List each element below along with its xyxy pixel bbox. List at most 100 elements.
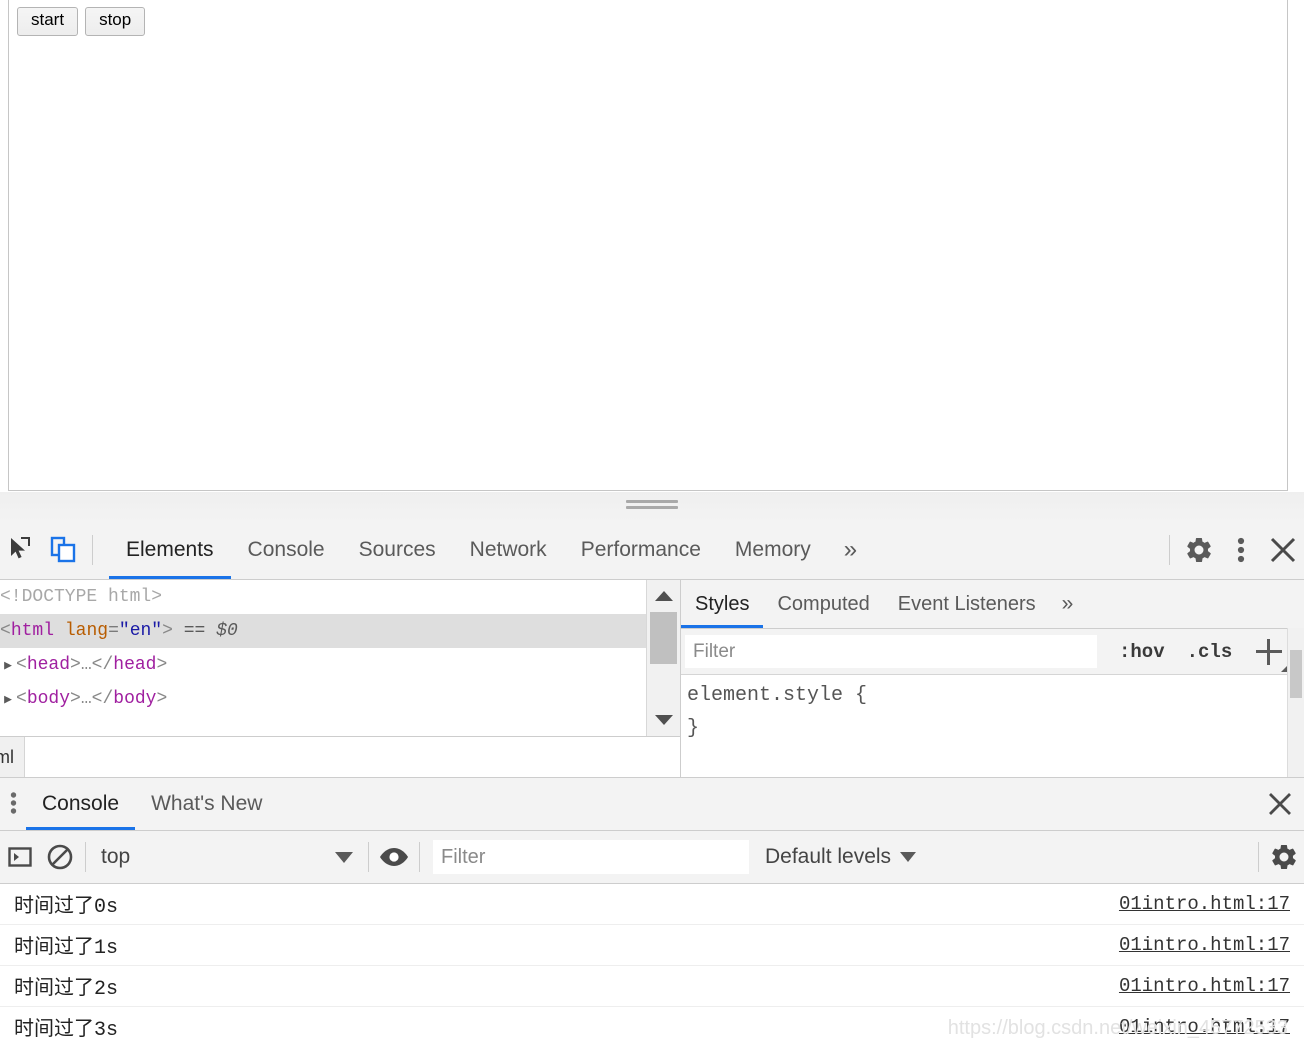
expand-triangle-icon[interactable]: ▶ (0, 683, 16, 717)
page-viewport: start stop (8, 0, 1288, 491)
tab-console[interactable]: Console (231, 521, 342, 579)
console-message-source-link[interactable]: 01intro.html:17 (1119, 934, 1290, 956)
console-message-text: 时间过了1s (14, 937, 119, 960)
tab-sources[interactable]: Sources (342, 521, 453, 579)
screen-root: start stop Elements Console Sources Netw… (0, 0, 1304, 1042)
dom-row-body[interactable]: ▶ <body>…</body> (0, 682, 646, 716)
more-tabs-chevron-icon[interactable]: » (828, 521, 873, 579)
console-levels-value: Default levels (765, 845, 892, 868)
attr-equals: = (108, 621, 119, 641)
tab-performance[interactable]: Performance (564, 521, 718, 579)
devtools-splitter[interactable] (0, 492, 1304, 522)
stop-button[interactable]: stop (85, 7, 146, 36)
attr-value-en: en (129, 621, 152, 641)
console-message-row[interactable]: 时间过了3s 01intro.html:17 (0, 1007, 1304, 1042)
breadcrumb: tml (0, 736, 680, 777)
close-angle-open: </ (91, 689, 114, 709)
rule-closing-brace: } (687, 717, 700, 740)
tab-network[interactable]: Network (453, 521, 564, 579)
dom-tree-scrollbar[interactable] (646, 580, 680, 736)
console-levels-selector[interactable]: Default levels (765, 831, 917, 883)
attr-name-lang: lang (64, 621, 109, 641)
console-message-list: 时间过了0s 01intro.html:17 时间过了1s 01intro.ht… (0, 884, 1304, 1042)
drawer-tab-console[interactable]: Console (26, 778, 136, 830)
inspect-cursor-icon[interactable] (0, 521, 42, 579)
hov-toggle-button[interactable]: :hov (1119, 641, 1165, 663)
close-angle-close: > (156, 689, 168, 709)
console-message-source-link[interactable]: 01intro.html:17 (1119, 1016, 1290, 1038)
console-message-row[interactable]: 时间过了2s 01intro.html:17 (0, 966, 1304, 1007)
toolbar-divider-right (1169, 535, 1170, 565)
console-message-text: 时间过了3s (14, 1019, 119, 1042)
console-message-source-link[interactable]: 01intro.html:17 (1119, 975, 1290, 997)
tab-computed[interactable]: Computed (763, 580, 883, 628)
close-icon[interactable] (1256, 778, 1304, 830)
attr-quote-open: " (118, 621, 130, 641)
console-message-row[interactable]: 时间过了1s 01intro.html:17 (0, 925, 1304, 966)
styles-filter-input[interactable] (685, 635, 1097, 668)
collapsed-ellipsis: … (80, 655, 92, 675)
close-tag-name-body: body (113, 689, 157, 709)
console-filter-input[interactable] (433, 840, 749, 874)
elements-panel: <!DOCTYPE html> <html lang="en"> == $0 ▶… (0, 580, 681, 777)
close-icon[interactable] (1262, 521, 1304, 579)
console-toolbar-divider-2 (368, 842, 369, 872)
splitter-grip-icon[interactable] (626, 500, 678, 512)
chevron-down-icon (335, 851, 353, 863)
scroll-down-arrow-icon[interactable] (647, 706, 680, 734)
close-tag-name-head: head (113, 655, 157, 675)
kebab-menu-icon[interactable] (0, 778, 26, 830)
expand-triangle-icon[interactable]: ▶ (0, 649, 16, 683)
chevron-down-icon (900, 852, 917, 862)
angle-open: < (16, 689, 27, 709)
devtools-panel-area: <!DOCTYPE html> <html lang="en"> == $0 ▶… (0, 580, 1304, 778)
rule-selector-element-style[interactable]: element.style { (687, 679, 1304, 712)
styles-tab-list: Styles Computed Event Listeners » (681, 580, 1304, 629)
tag-name-head: head (26, 655, 71, 675)
dom-tree[interactable]: <!DOCTYPE html> <html lang="en"> == $0 ▶… (0, 580, 646, 736)
console-context-value: top (101, 845, 131, 868)
breadcrumb-item-html[interactable]: tml (0, 737, 25, 777)
devtools-tab-list: Elements Console Sources Network Perform… (109, 521, 873, 579)
toolbar-divider (92, 535, 93, 565)
styles-scrollbar[interactable] (1287, 628, 1304, 777)
console-message-source-link[interactable]: 01intro.html:17 (1119, 893, 1290, 915)
plus-icon[interactable] (1254, 636, 1291, 672)
tab-elements[interactable]: Elements (109, 521, 231, 579)
angle-open: < (0, 621, 11, 641)
console-message-row[interactable]: 时间过了0s 01intro.html:17 (0, 884, 1304, 925)
styles-sidebar: Styles Computed Event Listeners » :hov .… (681, 580, 1304, 777)
kebab-menu-icon[interactable] (1220, 521, 1262, 579)
dom-row-html[interactable]: <html lang="en"> == $0 (0, 614, 646, 648)
gear-icon[interactable] (1178, 521, 1220, 579)
tag-name-body: body (26, 689, 71, 709)
devtools-main-toolbar: Elements Console Sources Network Perform… (0, 521, 1304, 580)
tab-styles[interactable]: Styles (681, 580, 764, 628)
start-button[interactable]: start (17, 7, 79, 36)
cls-toggle-button[interactable]: .cls (1187, 641, 1233, 663)
console-toolbar-divider-3 (419, 842, 420, 872)
scrollbar-thumb[interactable] (650, 612, 677, 664)
console-context-selector[interactable]: top (91, 831, 363, 883)
console-toolbar-divider (85, 842, 86, 872)
clear-console-icon[interactable] (40, 831, 80, 883)
drawer-tab-bar: Console What's New (0, 778, 1304, 831)
tab-memory[interactable]: Memory (718, 521, 828, 579)
devtools-window: Elements Console Sources Network Perform… (0, 521, 1304, 1042)
dom-row-head[interactable]: ▶ <head>…</head> (0, 648, 646, 682)
devtools-drawer: Console What's New top Filter Default le… (0, 778, 1304, 1042)
styles-more-tabs-chevron-icon[interactable]: » (1050, 580, 1086, 628)
device-toolbar-icon[interactable] (42, 521, 84, 579)
console-sidebar-icon[interactable] (0, 831, 40, 883)
live-expression-eye-icon[interactable] (374, 831, 414, 883)
tab-event-listeners[interactable]: Event Listeners (884, 580, 1050, 628)
angle-close: > (70, 689, 81, 709)
scrollbar-thumb[interactable] (1290, 650, 1302, 698)
console-message-text: 时间过了0s (14, 896, 119, 919)
gear-icon[interactable] (1264, 831, 1304, 883)
console-toolbar-right (1253, 831, 1304, 883)
styles-rule-list: element.style { } (681, 675, 1304, 777)
drawer-tab-whats-new[interactable]: What's New (135, 778, 278, 830)
scroll-up-arrow-icon[interactable] (647, 582, 680, 610)
dom-row-doctype[interactable]: <!DOCTYPE html> (0, 580, 646, 614)
